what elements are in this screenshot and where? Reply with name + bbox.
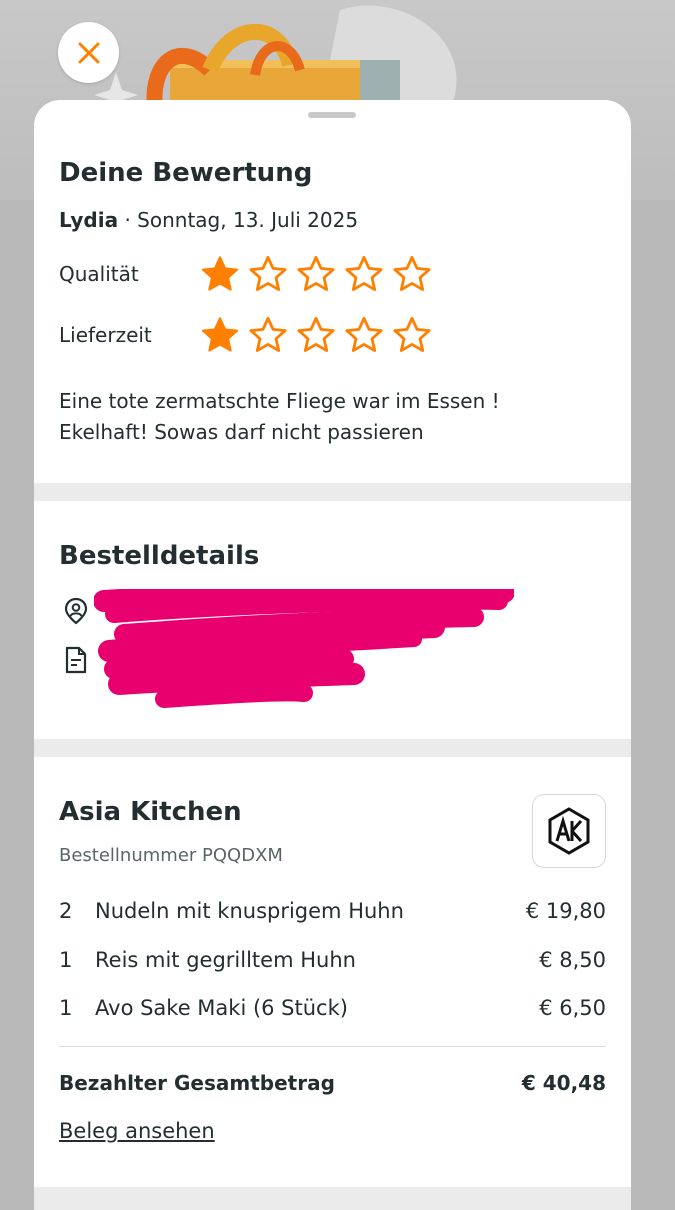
item-name: Avo Sake Maki (6 Stück) — [95, 996, 348, 1020]
item-name: Nudeln mit knusprigem Huhn — [95, 899, 404, 923]
order-item: 2 Nudeln mit knusprigem Huhn € 19,80 — [59, 899, 606, 923]
divider — [59, 1046, 606, 1047]
total-label: Bezahlter Gesamtbetrag — [59, 1071, 335, 1095]
note-icon — [65, 646, 87, 674]
sheet-drag-handle[interactable] — [308, 112, 356, 118]
review-comment-line: Ekelhaft! Sowas darf nicht passieren — [59, 420, 424, 444]
total-value: € 40,48 — [521, 1071, 606, 1095]
item-quantity: 2 — [59, 899, 73, 923]
star-rating-quality — [199, 253, 433, 295]
rating-label-delivery: Lieferzeit — [59, 323, 152, 347]
redaction-scribble — [94, 589, 514, 708]
star-empty-icon — [345, 255, 383, 291]
order-summary-card: Asia Kitchen Bestellnummer PQQDXM 2 Nude… — [34, 757, 631, 1187]
bottom-sheet: Deine Bewertung Lydia · Sonntag, 13. Jul… — [34, 100, 631, 1210]
star-filled-icon — [201, 317, 239, 352]
order-number: Bestellnummer PQQDXM — [59, 845, 283, 866]
rating-label-quality: Qualität — [59, 262, 139, 286]
rating-row-quality: Qualität — [59, 253, 433, 295]
gift-box-illustration — [94, 5, 457, 110]
review-author: Lydia — [59, 208, 119, 232]
star-rating-delivery — [199, 314, 433, 356]
star-filled-icon — [201, 256, 239, 291]
restaurant-logo — [532, 794, 606, 868]
star-empty-icon — [297, 316, 335, 352]
total-row: Bezahlter Gesamtbetrag € 40,48 — [59, 1071, 606, 1095]
item-price: € 19,80 — [525, 899, 606, 923]
view-receipt-link[interactable]: Beleg ansehen — [59, 1119, 215, 1143]
close-icon — [78, 42, 99, 63]
item-name: Reis mit gegrilltem Huhn — [95, 948, 356, 972]
close-button[interactable] — [58, 22, 119, 83]
review-meta: Lydia · Sonntag, 13. Juli 2025 — [59, 208, 358, 232]
item-price: € 6,50 — [539, 996, 606, 1020]
review-comment-line: Eine tote zermatschte Fliege war im Esse… — [59, 389, 500, 413]
order-details-card: Bestelldetails — [34, 501, 631, 739]
star-empty-icon — [393, 255, 431, 291]
review-date: Sonntag, 13. Juli 2025 — [137, 208, 359, 232]
location-pin-icon — [64, 597, 88, 625]
rating-row-delivery: Lieferzeit — [59, 314, 433, 356]
meta-separator: · — [118, 208, 138, 232]
restaurant-logo-icon — [548, 807, 590, 855]
star-empty-icon — [297, 255, 335, 291]
order-item: 1 Avo Sake Maki (6 Stück) € 6,50 — [59, 996, 606, 1020]
star-empty-icon — [249, 255, 287, 291]
review-title: Deine Bewertung — [59, 158, 313, 188]
star-empty-icon — [345, 316, 383, 352]
item-quantity: 1 — [59, 996, 73, 1020]
star-empty-icon — [393, 316, 431, 352]
item-price: € 8,50 — [539, 948, 606, 972]
item-quantity: 1 — [59, 948, 73, 972]
details-title: Bestelldetails — [59, 541, 260, 571]
review-comment: Eine tote zermatschte Fliege war im Esse… — [59, 386, 599, 448]
restaurant-name: Asia Kitchen — [59, 797, 242, 827]
star-empty-icon — [249, 316, 287, 352]
order-item: 1 Reis mit gegrilltem Huhn € 8,50 — [59, 948, 606, 972]
review-card: Deine Bewertung Lydia · Sonntag, 13. Jul… — [34, 100, 631, 483]
